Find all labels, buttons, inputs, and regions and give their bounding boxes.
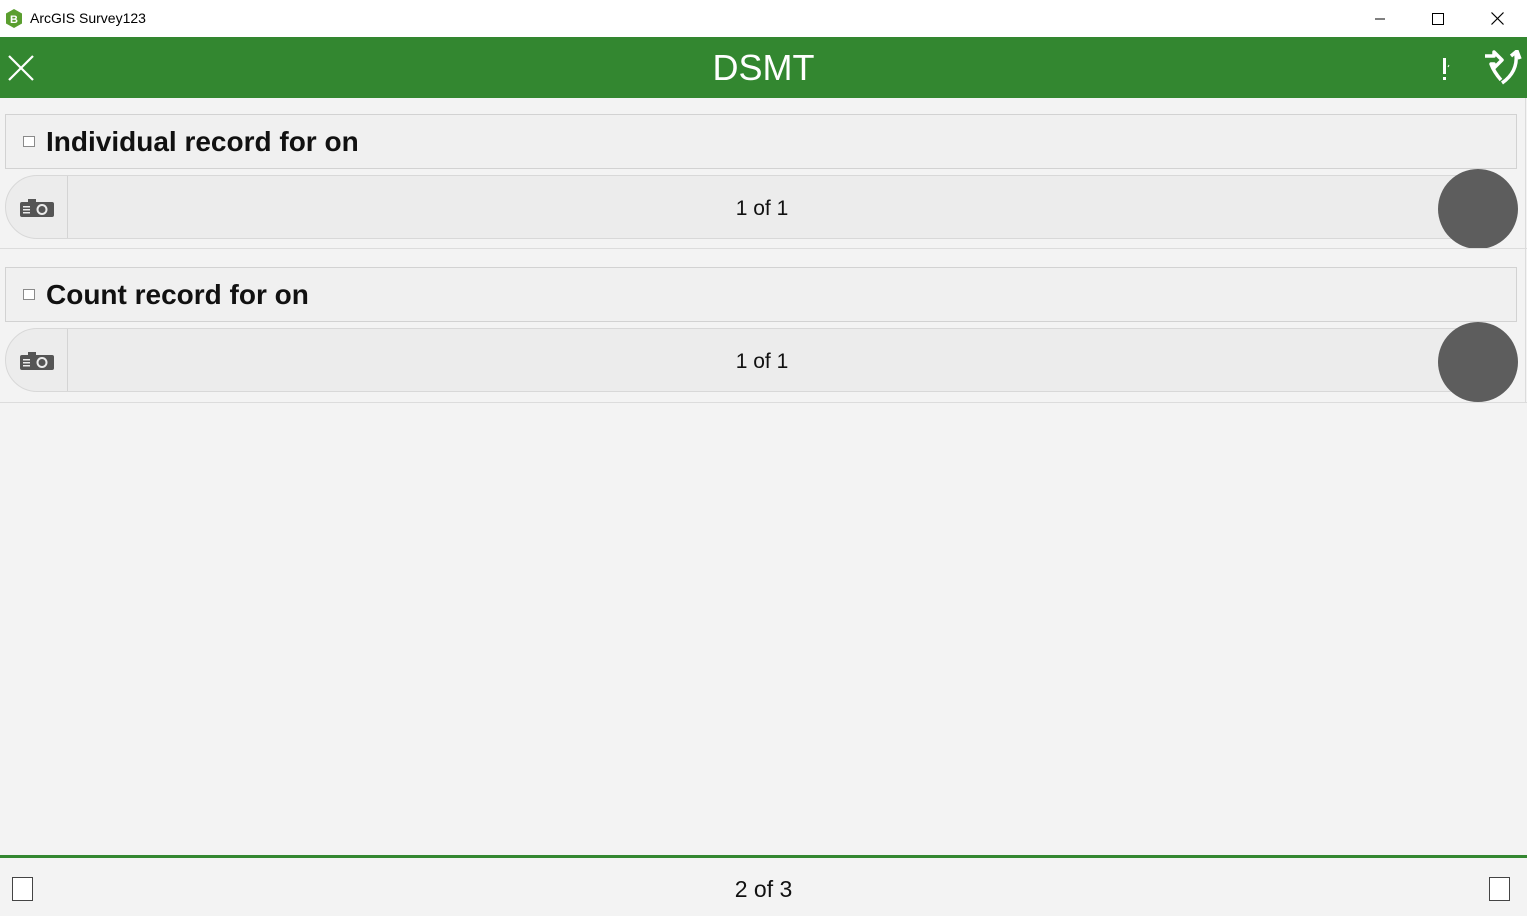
- content-border: [1525, 98, 1526, 403]
- group-title: Individual record for on: [46, 126, 359, 157]
- survey-header: DSMT: [0, 37, 1527, 98]
- group-title: Count record for on: [46, 279, 309, 310]
- window-title: ArcGIS Survey123: [30, 10, 146, 26]
- repeat-action-button[interactable]: [1438, 322, 1518, 402]
- window-titlebar: B ArcGIS Survey123: [0, 0, 1527, 37]
- maximize-icon: [1432, 12, 1444, 25]
- collapse-toggle[interactable]: [23, 289, 35, 300]
- repeat-navigation-bar: 1 of 1: [5, 328, 1495, 392]
- record-counter: 1 of 1: [735, 350, 789, 373]
- section-divider: [0, 402, 1527, 403]
- minimize-button[interactable]: [1351, 0, 1409, 37]
- submit-survey-button[interactable]: [1478, 49, 1524, 89]
- page-navigation-footer: 2 of 3: [0, 858, 1527, 916]
- close-icon: [1490, 12, 1504, 25]
- group-header-count-record[interactable]: Count record for on: [5, 267, 1517, 322]
- send-icon: [1485, 50, 1522, 85]
- repeat-action-button[interactable]: [1438, 169, 1518, 249]
- record-counter: 1 of 1: [735, 197, 789, 220]
- repeat-navigation-bar: 1 of 1: [5, 175, 1495, 239]
- validation-alert-button[interactable]: [1432, 51, 1458, 85]
- survey-title: DSMT: [712, 47, 815, 88]
- window-close-button[interactable]: [1468, 0, 1526, 37]
- collapse-toggle[interactable]: [23, 136, 35, 147]
- next-page-button[interactable]: [1489, 877, 1510, 901]
- section-divider: [0, 248, 1527, 249]
- survey123-logo-icon: B: [6, 9, 22, 28]
- maximize-button[interactable]: [1409, 0, 1467, 37]
- logo-letter: B: [10, 14, 18, 26]
- group-header-individual-record[interactable]: Individual record for on: [5, 114, 1517, 169]
- minimize-icon: [1375, 18, 1385, 19]
- page-counter: 2 of 3: [734, 876, 793, 902]
- exclamation-icon: [1443, 58, 1450, 80]
